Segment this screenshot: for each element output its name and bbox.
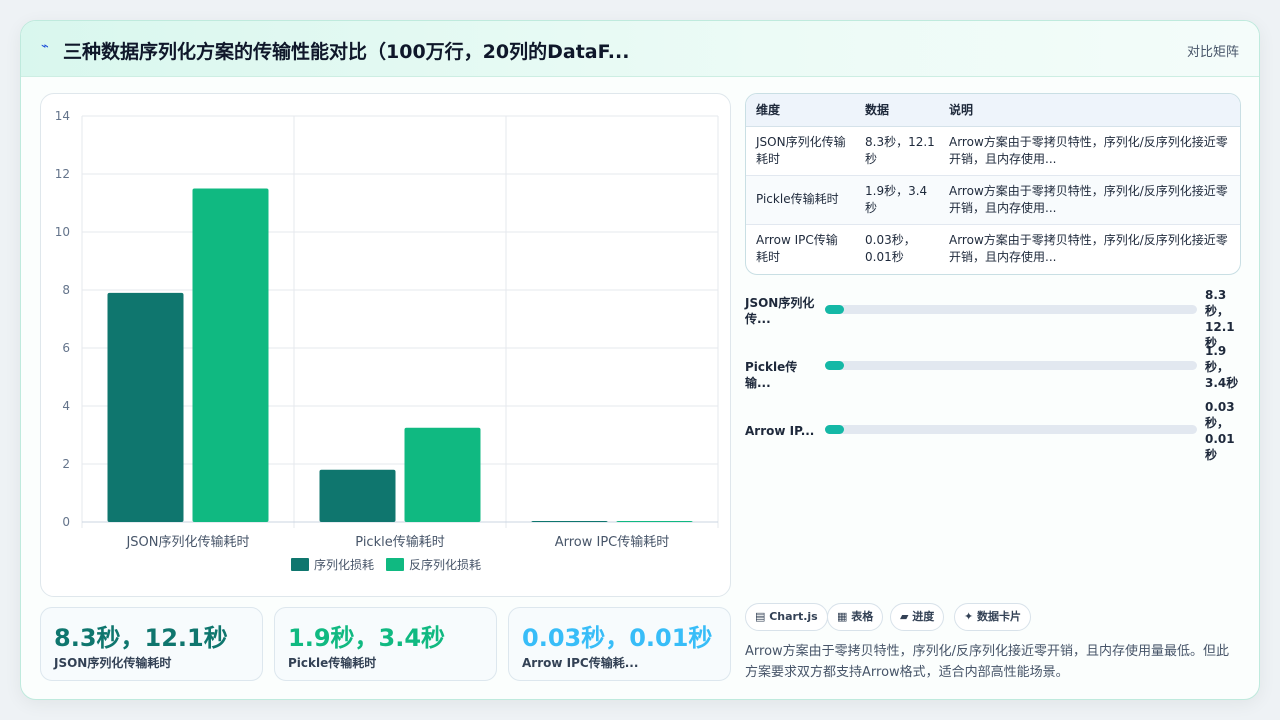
stat-value: 1.9秒，3.4秒 — [288, 624, 446, 652]
chip-table[interactable]: ▦ 表格 — [827, 603, 884, 631]
progress-label: JSON序列化 传... — [745, 296, 815, 326]
comparison-table: 维度 数据 说明 JSON序列化传输 耗时 8.3秒，12.1 秒 Arrow方案由… — [745, 93, 1241, 275]
table-cell-data: 0.03秒， 0.01秒 — [865, 233, 916, 264]
progress-fill — [825, 305, 844, 314]
stat-value: 0.03秒，0.01秒 — [522, 624, 713, 652]
y-tick-label: 14 — [55, 109, 70, 123]
table-header: 数据 — [865, 103, 890, 117]
table-cell-desc: Arrow方案由于零拷贝特性，序列化/反序列化接近零 开销，且内存使用... — [949, 233, 1228, 264]
progress-label: Pickle传输... — [745, 360, 798, 390]
progress-label: Arrow IP... — [745, 424, 815, 438]
x-tick-label: Pickle传输耗时 — [355, 534, 444, 550]
progress-value: 0.03 秒， 0.01 秒 — [1205, 400, 1235, 462]
bar-chart: 0 2 4 6 8 10 12 14 JSON序列化传输耗时 Pickle传输耗时 Arrow IP… — [55, 109, 719, 572]
table-cell-desc: Arrow方案由于零拷贝特性，序列化/反序列化接近零 开销，且内存使用... — [949, 135, 1228, 166]
chart-panel: 0 2 4 6 8 10 12 14 JSON序列化传输耗时 Pickle传输耗时 Arrow IP… — [40, 93, 731, 597]
y-tick-label: 10 — [55, 225, 70, 239]
lightning-icon: ⌁ — [41, 39, 49, 54]
progress-track — [825, 361, 1197, 370]
table-row: Arrow IPC传输 耗时 0.03秒， 0.01秒 Arrow方案由于零拷贝特性… — [746, 225, 1240, 274]
y-tick-label: 0 — [62, 515, 70, 529]
legend-label: 序列化损耗 — [314, 557, 374, 572]
progress-track — [825, 425, 1197, 434]
legend-swatch — [386, 558, 404, 571]
table-row: JSON序列化传输 耗时 8.3秒，12.1 秒 Arrow方案由于零拷贝特性，序列… — [746, 127, 1240, 176]
stat-value: 8.3秒，12.1秒 — [54, 624, 228, 652]
legend-swatch — [291, 558, 309, 571]
table-cell-desc: Arrow方案由于零拷贝特性，序列化/反序列化接近零 开销，且内存使用... — [949, 184, 1228, 215]
table-header-row: 维度 数据 说明 — [746, 94, 1240, 127]
progress-value: 8.3 秒， 12.1秒 — [1205, 288, 1235, 350]
progress-value: 1.9 秒， 3.4秒 — [1205, 344, 1239, 390]
chip-chartjs[interactable]: ▤ Chart.js — [745, 603, 828, 631]
main-card: ⌁ 三种数据序列化方案的传输性能对比（100万行，20列的DataF... 对比… — [20, 20, 1260, 700]
y-tick-label: 4 — [62, 399, 70, 413]
y-tick-label: 8 — [62, 283, 70, 297]
x-tick-label: JSON序列化传输耗时 — [125, 534, 249, 550]
legend-label: 反序列化损耗 — [409, 557, 481, 572]
table-cell-dim: Pickle传输耗时 — [756, 192, 839, 206]
stat-label: JSON序列化传输耗时 — [54, 656, 172, 670]
progress-fill — [825, 425, 844, 434]
y-tick-label: 6 — [62, 341, 70, 355]
table-cell-dim: JSON序列化传输 耗时 — [756, 135, 846, 166]
chip-data-card[interactable]: ✦ 数据卡片 — [954, 603, 1032, 631]
progress-track — [825, 305, 1197, 314]
stat-card-pickle: 1.9秒，3.4秒 Pickle传输耗时 — [274, 607, 497, 681]
chip-progress[interactable]: ▰ 进度 — [890, 603, 945, 631]
table-cell-data: 8.3秒，12.1 秒 — [865, 135, 935, 166]
bar — [404, 427, 481, 522]
table-header: 维度 — [756, 103, 781, 117]
progress-list: JSON序列化 传... 8.3 秒， 12.1秒 Pickle传输... 1.9 秒，… — [745, 287, 1241, 487]
table-cell-dim: Arrow IPC传输 耗时 — [756, 233, 838, 264]
table-row: Pickle传输耗时 1.9秒，3.4 秒 Arrow方案由于零拷贝特性，序列化/… — [746, 176, 1240, 225]
stat-card-arrow: 0.03秒，0.01秒 Arrow IPC传输耗... — [508, 607, 731, 681]
header-bar: ⌁ 三种数据序列化方案的传输性能对比（100万行，20列的DataF... 对比… — [21, 21, 1259, 77]
bar — [192, 188, 269, 522]
summary-note: Arrow方案由于零拷贝特性，序列化/反序列化接近零开销，且内存使用量最低。但此… — [745, 644, 1230, 680]
progress-fill — [825, 361, 844, 370]
stat-card-json: 8.3秒，12.1秒 JSON序列化传输耗时 — [40, 607, 263, 681]
stat-label: Pickle传输耗时 — [288, 656, 377, 670]
y-tick-label: 2 — [62, 457, 70, 471]
bar — [107, 292, 184, 522]
table-header: 说明 — [949, 103, 974, 117]
bar — [319, 469, 396, 522]
bar — [616, 521, 693, 522]
x-tick-label: Arrow IPC传输耗时 — [555, 534, 670, 550]
stat-label: Arrow IPC传输耗... — [522, 656, 639, 670]
matrix-label: 对比矩阵 — [1186, 45, 1239, 60]
y-tick-label: 12 — [55, 167, 70, 181]
page-title: 三种数据序列化方案的传输性能对比（100万行，20列的DataF... — [63, 41, 630, 63]
table-cell-data: 1.9秒，3.4 秒 — [865, 184, 928, 215]
bar — [531, 521, 608, 522]
